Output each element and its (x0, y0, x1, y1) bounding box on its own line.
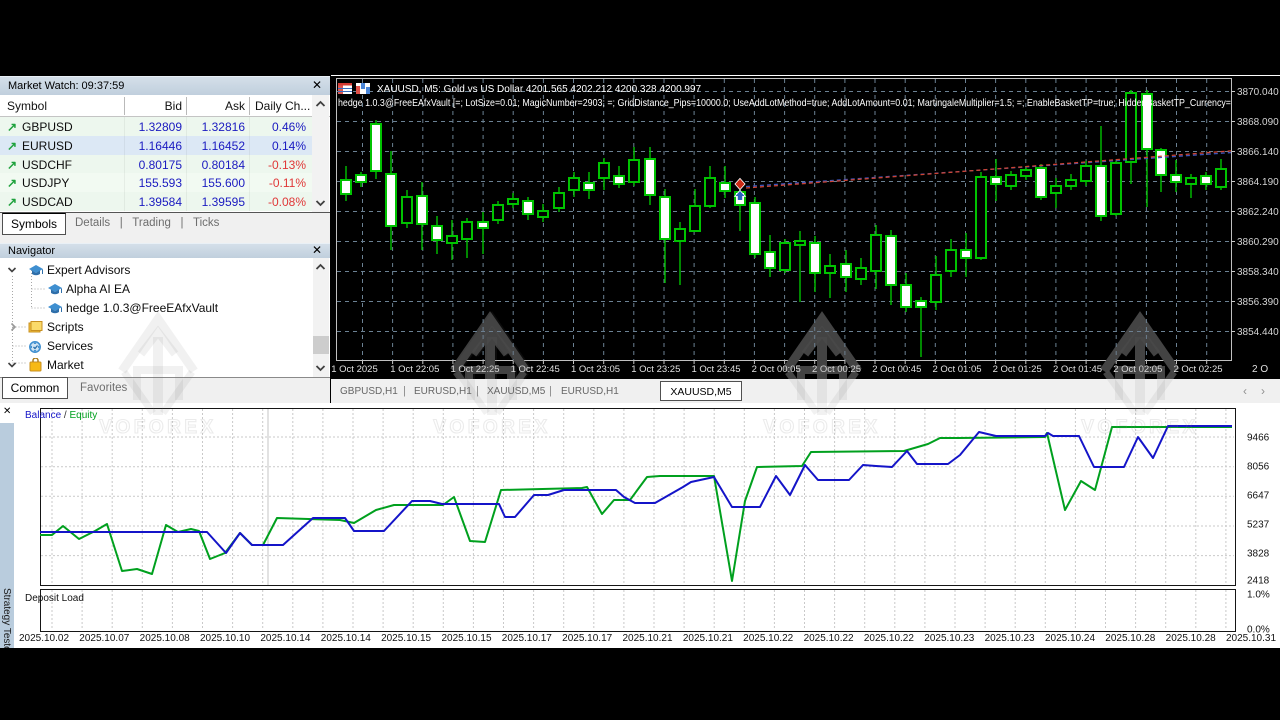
svg-text:1.0%: 1.0% (1247, 590, 1270, 601)
svg-text:hedge 1.0.3@FreeEAfxVault [=;: hedge 1.0.3@FreeEAfxVault [=; LotSize=0.… (338, 97, 1231, 109)
svg-text:3856.390: 3856.390 (1237, 297, 1279, 308)
svg-text:2025.10.17: 2025.10.17 (502, 633, 552, 644)
svg-text:2025.10.10: 2025.10.10 (200, 633, 250, 644)
svg-text:3854.440: 3854.440 (1237, 327, 1279, 338)
svg-text:3860.290: 3860.290 (1237, 237, 1279, 248)
svg-text:2025.10.23: 2025.10.23 (985, 633, 1035, 644)
svg-text:2025.10.15: 2025.10.15 (381, 633, 431, 644)
svg-text:2025.10.14: 2025.10.14 (321, 633, 371, 644)
svg-text:XAUUSD, M5: Gold vs US Dollar: XAUUSD, M5: Gold vs US Dollar 4201.565 4… (377, 84, 702, 95)
svg-text:3862.240: 3862.240 (1237, 207, 1279, 218)
svg-text:2025.10.08: 2025.10.08 (140, 633, 190, 644)
svg-text:3858.340: 3858.340 (1237, 267, 1279, 278)
svg-text:2025.10.28: 2025.10.28 (1105, 633, 1155, 644)
svg-text:3868.090: 3868.090 (1237, 117, 1279, 128)
svg-text:1 Oct 22:25: 1 Oct 22:25 (450, 364, 499, 375)
svg-text:2025.10.22: 2025.10.22 (804, 633, 854, 644)
svg-text:2 Oct 00:45: 2 Oct 00:45 (872, 364, 921, 375)
svg-text:3864.190: 3864.190 (1237, 177, 1279, 188)
svg-text:8056: 8056 (1247, 462, 1270, 473)
svg-text:2025.10.17: 2025.10.17 (562, 633, 612, 644)
svg-text:2025.10.15: 2025.10.15 (441, 633, 491, 644)
svg-text:9466: 9466 (1247, 433, 1270, 444)
svg-text:2025.10.22: 2025.10.22 (864, 633, 914, 644)
svg-text:3866.140: 3866.140 (1237, 147, 1279, 158)
svg-text:2 O: 2 O (1252, 364, 1268, 375)
svg-text:2418: 2418 (1247, 576, 1270, 587)
svg-text:2025.10.31: 2025.10.31 (1226, 633, 1276, 644)
svg-text:1 Oct 22:45: 1 Oct 22:45 (511, 364, 560, 375)
svg-text:1 Oct 2025: 1 Oct 2025 (331, 364, 377, 375)
svg-text:3828: 3828 (1247, 549, 1270, 560)
svg-text:2025.10.07: 2025.10.07 (79, 633, 129, 644)
svg-text:1 Oct 23:45: 1 Oct 23:45 (691, 364, 740, 375)
svg-text:6647: 6647 (1247, 491, 1270, 502)
svg-text:2025.10.23: 2025.10.23 (924, 633, 974, 644)
svg-text:2025.10.28: 2025.10.28 (1166, 633, 1216, 644)
svg-text:2 Oct 02:25: 2 Oct 02:25 (1173, 364, 1222, 375)
svg-text:Balance / Equity: Balance / Equity (25, 410, 97, 421)
svg-text:3870.040: 3870.040 (1237, 87, 1279, 98)
svg-text:1 Oct 22:05: 1 Oct 22:05 (390, 364, 439, 375)
svg-text:2025.10.21: 2025.10.21 (622, 633, 672, 644)
svg-text:2025.10.24: 2025.10.24 (1045, 633, 1095, 644)
svg-text:2 Oct 01:05: 2 Oct 01:05 (932, 364, 981, 375)
svg-text:2025.10.21: 2025.10.21 (683, 633, 733, 644)
svg-text:5237: 5237 (1247, 520, 1270, 531)
svg-text:2025.10.02: 2025.10.02 (19, 633, 69, 644)
svg-text:2 Oct 00:05: 2 Oct 00:05 (752, 364, 801, 375)
svg-text:2025.10.22: 2025.10.22 (743, 633, 793, 644)
svg-text:2 Oct 01:25: 2 Oct 01:25 (993, 364, 1042, 375)
svg-text:Deposit Load: Deposit Load (25, 593, 84, 604)
svg-text:1 Oct 23:25: 1 Oct 23:25 (631, 364, 680, 375)
svg-text:1 Oct 23:05: 1 Oct 23:05 (571, 364, 620, 375)
svg-text:2 Oct 02:05: 2 Oct 02:05 (1113, 364, 1162, 375)
svg-text:2025.10.14: 2025.10.14 (260, 633, 310, 644)
svg-text:2 Oct 01:45: 2 Oct 01:45 (1053, 364, 1102, 375)
svg-text:2 Oct 00:25: 2 Oct 00:25 (812, 364, 861, 375)
